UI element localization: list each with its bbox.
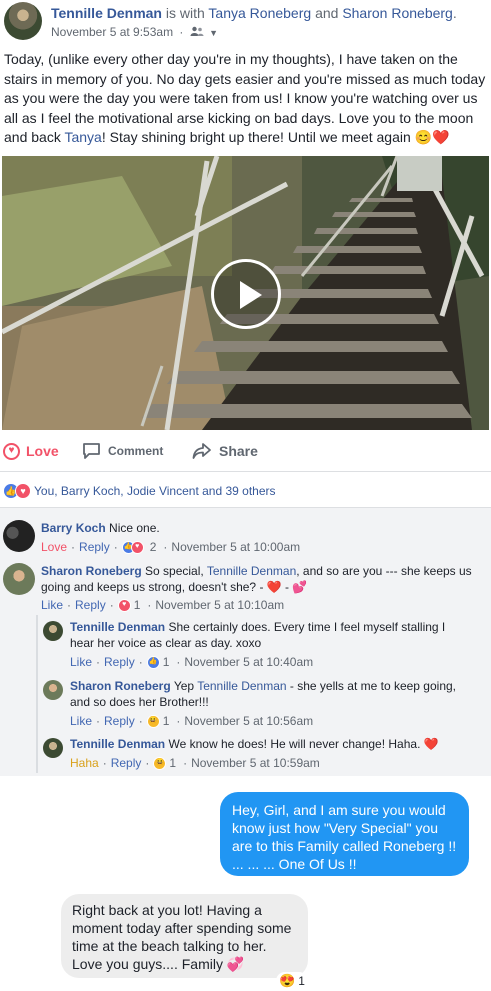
reply-timestamp[interactable]: November 5 at 10:40am	[184, 654, 313, 670]
reply-timestamp[interactable]: November 5 at 10:59am	[191, 755, 320, 771]
comment-timestamp[interactable]: November 5 at 10:10am	[155, 597, 284, 613]
comment-item: Barry Koch Nice one. Love · Reply · 👍 ♥ …	[41, 520, 481, 555]
love-reaction-icon: ♥	[117, 598, 131, 612]
avatar[interactable]	[43, 621, 63, 641]
reply-reactions[interactable]: 😆 1	[153, 755, 176, 771]
friends-icon[interactable]	[190, 25, 207, 39]
comment-love-link[interactable]: Love	[41, 539, 67, 555]
reply-reaction-count: 1	[162, 655, 170, 669]
haha-reaction-icon: 😆	[153, 756, 167, 770]
avatar[interactable]	[43, 680, 63, 700]
comment-button[interactable]: Comment	[82, 440, 163, 462]
divider	[0, 507, 491, 508]
like-reaction-icon: 👍	[146, 655, 160, 669]
author-avatar[interactable]	[4, 2, 42, 40]
post-timestamp[interactable]: November 5 at 9:53am	[51, 25, 173, 39]
share-icon	[192, 443, 211, 459]
reply-reactions[interactable]: 😆 1	[146, 713, 170, 729]
chevron-down-icon[interactable]: ▼	[209, 28, 218, 38]
reply-reply-link[interactable]: Reply	[104, 654, 135, 670]
reply-like-link[interactable]: Like	[70, 654, 92, 670]
reply-text: Yep	[173, 679, 198, 693]
reactions-summary-text: You, Barry Koch, Jodie Vincent and 39 ot…	[34, 484, 276, 498]
meta-separator: ·	[179, 25, 184, 39]
comment-like-link[interactable]: Like	[41, 597, 63, 613]
reply-reply-link[interactable]: Reply	[111, 755, 142, 771]
reply-reaction-count: 1	[169, 756, 177, 770]
reply-timestamp[interactable]: November 5 at 10:56am	[184, 713, 313, 729]
chat-reaction-count: 1	[298, 974, 305, 988]
comment-timestamp[interactable]: November 5 at 10:00am	[171, 539, 300, 555]
chat-bubble-incoming: Right back at you lot! Having a moment t…	[61, 894, 308, 978]
reply-author[interactable]: Sharon Roneberg	[70, 679, 171, 693]
heart-eyes-emoji: 😍	[279, 973, 296, 988]
post-text-tail: ! Stay shining bright up there! Until we…	[101, 129, 415, 145]
comment-reactions[interactable]: ♥ 1	[117, 597, 141, 613]
reply-item: Sharon Roneberg Yep Tennille Denman - sh…	[70, 678, 470, 729]
comment-text: So special,	[145, 564, 207, 578]
love-reaction-icon: ♥	[15, 483, 31, 499]
author-name[interactable]: Tennille Denman	[51, 5, 162, 21]
post-actions-bar: ♥ Love Comment Share	[0, 436, 491, 466]
comment-author[interactable]: Barry Koch	[41, 521, 106, 535]
smile-heart-emoji: 😊❤️	[414, 129, 450, 145]
comment-author[interactable]: Sharon Roneberg	[41, 564, 142, 578]
reply-text: We know he does! He will never change! H…	[168, 737, 439, 751]
reply-reaction-count: 1	[162, 714, 170, 728]
and-text: and	[315, 5, 339, 21]
tagged-user-1[interactable]: Tanya Roneberg	[208, 5, 311, 21]
post-text-mention[interactable]: Tanya	[64, 129, 101, 145]
reply-item: Tennille Denman We know he does! He will…	[70, 736, 470, 771]
reactions-summary[interactable]: 👍 ♥ You, Barry Koch, Jodie Vincent and 3…	[3, 482, 276, 500]
love-label: Love	[26, 443, 59, 459]
facebook-post: Tennille Denman is with Tanya Roneberg a…	[0, 0, 491, 776]
comment-text: Nice one.	[109, 521, 160, 535]
comment-reaction-count: 2	[149, 540, 157, 554]
post-header-line: Tennille Denman is with Tanya Roneberg a…	[51, 5, 457, 21]
header-period: .	[452, 5, 457, 21]
reply-meta: Haha · Reply · 😆 1 · November 5 at 10:59…	[70, 755, 320, 771]
avatar[interactable]	[3, 563, 35, 595]
avatar[interactable]	[43, 738, 63, 758]
love-button[interactable]: ♥ Love	[3, 440, 59, 462]
reply-meta: Like · Reply · 👍 1 · November 5 at 10:40…	[70, 654, 314, 670]
reply-item: Tennille Denman She certainly does. Ever…	[70, 619, 470, 670]
share-label: Share	[219, 443, 258, 459]
share-button[interactable]: Share	[192, 440, 258, 462]
comment-reaction-count: 1	[133, 598, 141, 612]
comment-reactions[interactable]: 👍 ♥ 2	[121, 539, 157, 555]
reply-author[interactable]: Tennille Denman	[70, 620, 165, 634]
haha-reaction-icon: 😆	[146, 714, 160, 728]
reply-haha-link[interactable]: Haha	[70, 755, 99, 771]
reply-meta: Like · Reply · 😆 1 · November 5 at 10:56…	[70, 713, 314, 729]
tagged-user-2[interactable]: Sharon Roneberg	[342, 5, 453, 21]
comment-meta: Love · Reply · 👍 ♥ 2 · November 5 at 10:…	[41, 539, 301, 555]
reply-author[interactable]: Tennille Denman	[70, 737, 165, 751]
post-text: Today, (unlike every other day you're in…	[4, 50, 488, 148]
divider	[0, 471, 491, 472]
comment-mention[interactable]: Tennille Denman	[207, 564, 296, 578]
love-reaction-icon: ♥	[130, 540, 144, 554]
post-header: Tennille Denman is with Tanya Roneberg a…	[4, 2, 491, 42]
avatar[interactable]	[3, 520, 35, 552]
comment-icon	[83, 443, 100, 459]
reply-reply-link[interactable]: Reply	[104, 713, 135, 729]
play-button[interactable]	[211, 259, 281, 329]
chat-bubble-outgoing: Hey, Girl, and I am sure you would know …	[220, 792, 469, 876]
reply-reactions[interactable]: 👍 1	[146, 654, 170, 670]
comment-meta: Like · Reply · ♥ 1 · November 5 at 10:10…	[41, 597, 285, 613]
comment-reply-link[interactable]: Reply	[79, 539, 110, 555]
reply-like-link[interactable]: Like	[70, 713, 92, 729]
is-with-text: is with	[165, 5, 205, 21]
video-player[interactable]	[2, 156, 489, 430]
play-icon	[240, 281, 262, 309]
love-icon: ♥	[3, 442, 20, 460]
comment-item: Sharon Roneberg So special, Tennille Den…	[41, 563, 481, 613]
comment-reply-link[interactable]: Reply	[75, 597, 106, 613]
post-meta: November 5 at 9:53am · ▼	[51, 25, 218, 39]
reply-thread-line	[36, 615, 38, 773]
chat-reaction[interactable]: 😍 1	[276, 972, 308, 990]
comment-label: Comment	[108, 444, 164, 458]
reply-mention[interactable]: Tennille Denman	[197, 679, 286, 693]
